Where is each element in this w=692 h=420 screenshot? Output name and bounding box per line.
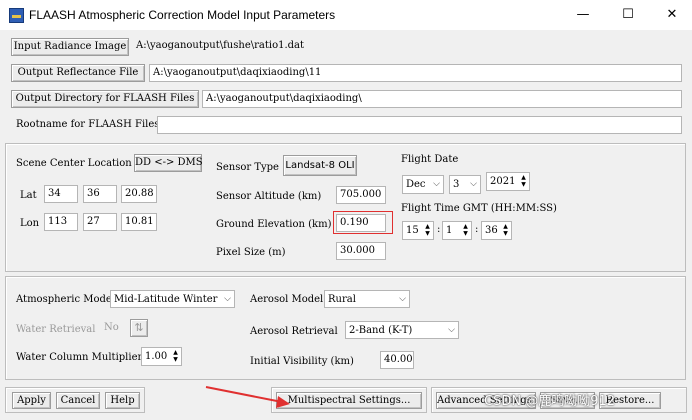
- app-icon: [9, 8, 24, 23]
- water-multiplier-value: 1.00: [145, 351, 168, 362]
- pixel-size-field[interactable]: 30.000: [336, 242, 386, 260]
- sensor-type-button[interactable]: Landsat-8 OLI: [283, 155, 357, 176]
- lat-degrees-field[interactable]: 34: [44, 185, 78, 203]
- atmospheric-model-dropdown[interactable]: Mid-Latitude Winter ⌵: [110, 290, 235, 308]
- aerosol-retrieval-dropdown[interactable]: 2-Band (K-T) ⌵: [345, 321, 459, 339]
- chevron-down-icon: ⌵: [448, 325, 455, 335]
- initial-visibility-label: Initial Visibility (km): [250, 356, 354, 367]
- chevron-down-icon: ⌵: [470, 179, 477, 189]
- chevron-down-icon: ⌵: [224, 294, 231, 304]
- highlight-box: [333, 211, 393, 234]
- atmospheric-model-value: Mid-Latitude Winter: [114, 294, 218, 305]
- flight-hour-value: 15: [406, 225, 419, 236]
- flight-minute-spinner[interactable]: 1 ▲ ▼: [442, 221, 472, 240]
- spin-arrows-icon[interactable]: ▲ ▼: [171, 349, 180, 364]
- close-button[interactable]: ✕: [664, 7, 680, 23]
- help-button[interactable]: Help: [105, 392, 140, 409]
- flight-second-value: 36: [485, 225, 498, 236]
- annotation-arrow-icon: [205, 386, 290, 408]
- ground-elevation-label: Ground Elevation (km): [216, 219, 332, 230]
- time-separator: :: [437, 224, 441, 235]
- water-multiplier-spinner[interactable]: 1.00 ▲ ▼: [141, 347, 182, 366]
- aerosol-model-dropdown[interactable]: Rural ⌵: [324, 290, 410, 308]
- aerosol-model-label: Aerosol Model: [250, 294, 324, 305]
- flight-day-dropdown[interactable]: 3 ⌵: [449, 175, 481, 194]
- minimize-button[interactable]: —: [575, 7, 591, 23]
- sensor-type-label: Sensor Type: [216, 162, 279, 173]
- pixel-size-label: Pixel Size (m): [216, 247, 286, 258]
- water-retrieval-label: Water Retrieval: [16, 324, 96, 335]
- flight-second-spinner[interactable]: 36 ▲ ▼: [481, 221, 512, 240]
- aerosol-retrieval-value: 2-Band (K-T): [349, 325, 413, 336]
- spin-arrows-icon[interactable]: ▲ ▼: [519, 174, 528, 189]
- time-separator: :: [475, 224, 479, 235]
- rootname-field[interactable]: [157, 116, 682, 134]
- flight-month-value: Dec: [406, 179, 426, 190]
- initial-visibility-field[interactable]: 40.00: [380, 351, 414, 369]
- lon-label: Lon: [20, 218, 40, 229]
- water-multiplier-label: Water Column Multiplier: [16, 352, 143, 363]
- spin-arrows-icon[interactable]: ▲ ▼: [423, 223, 432, 238]
- chevron-down-icon: ⌵: [433, 179, 440, 189]
- flight-minute-value: 1: [446, 225, 453, 236]
- flight-day-value: 3: [453, 179, 460, 190]
- flight-year-value: 2021: [490, 176, 516, 187]
- spin-arrows-icon[interactable]: ▲ ▼: [501, 223, 510, 238]
- water-retrieval-value: No: [104, 322, 119, 333]
- cancel-button[interactable]: Cancel: [56, 392, 100, 409]
- lat-minutes-field[interactable]: 36: [83, 185, 117, 203]
- output-directory-button[interactable]: Output Directory for FLAASH Files: [11, 90, 199, 108]
- sensor-altitude-field[interactable]: 705.000: [336, 186, 386, 204]
- output-directory-field[interactable]: A:\yaoganoutput\daqixiaoding\: [202, 90, 682, 108]
- flight-month-dropdown[interactable]: Dec ⌵: [402, 175, 444, 194]
- flight-time-label: Flight Time GMT (HH:MM:SS): [401, 203, 557, 214]
- rootname-label: Rootname for FLAASH Files: [16, 119, 160, 130]
- chevron-down-icon: ⌵: [399, 294, 406, 304]
- output-reflectance-button[interactable]: Output Reflectance File: [11, 64, 145, 82]
- output-reflectance-field[interactable]: A:\yaoganoutput\daqixiaoding\11: [149, 64, 682, 82]
- flight-year-spinner[interactable]: 2021 ▲ ▼: [486, 172, 530, 191]
- input-radiance-button[interactable]: Input Radiance Image: [11, 38, 129, 56]
- input-radiance-path: A:\yaoganoutput\fushe\ratio1.dat: [136, 40, 305, 51]
- window-title: FLAASH Atmospheric Correction Model Inpu…: [29, 8, 336, 22]
- flight-hour-spinner[interactable]: 15 ▲ ▼: [402, 221, 434, 240]
- lat-seconds-field[interactable]: 20.88: [121, 185, 157, 203]
- lat-label: Lat: [20, 190, 37, 201]
- atmospheric-model-label: Atmospheric Model: [16, 294, 115, 305]
- water-retrieval-toggle-icon[interactable]: ⇅: [130, 319, 148, 337]
- spin-arrows-icon[interactable]: ▲ ▼: [461, 223, 470, 238]
- flight-date-label: Flight Date: [401, 154, 459, 165]
- lon-seconds-field[interactable]: 10.81: [121, 213, 157, 231]
- lon-minutes-field[interactable]: 27: [83, 213, 117, 231]
- apply-button[interactable]: Apply: [12, 392, 51, 409]
- aerosol-model-value: Rural: [328, 294, 356, 305]
- lon-degrees-field[interactable]: 113: [44, 213, 78, 231]
- scene-center-label: Scene Center Location: [16, 158, 132, 169]
- watermark: CSDN @鹿鸣呦呦912: [484, 394, 616, 409]
- aerosol-retrieval-label: Aerosol Retrieval: [250, 326, 338, 337]
- sensor-altitude-label: Sensor Altitude (km): [216, 191, 322, 202]
- dd-dms-button[interactable]: DD <-> DMS: [134, 154, 203, 172]
- maximize-button[interactable]: ☐: [620, 7, 636, 23]
